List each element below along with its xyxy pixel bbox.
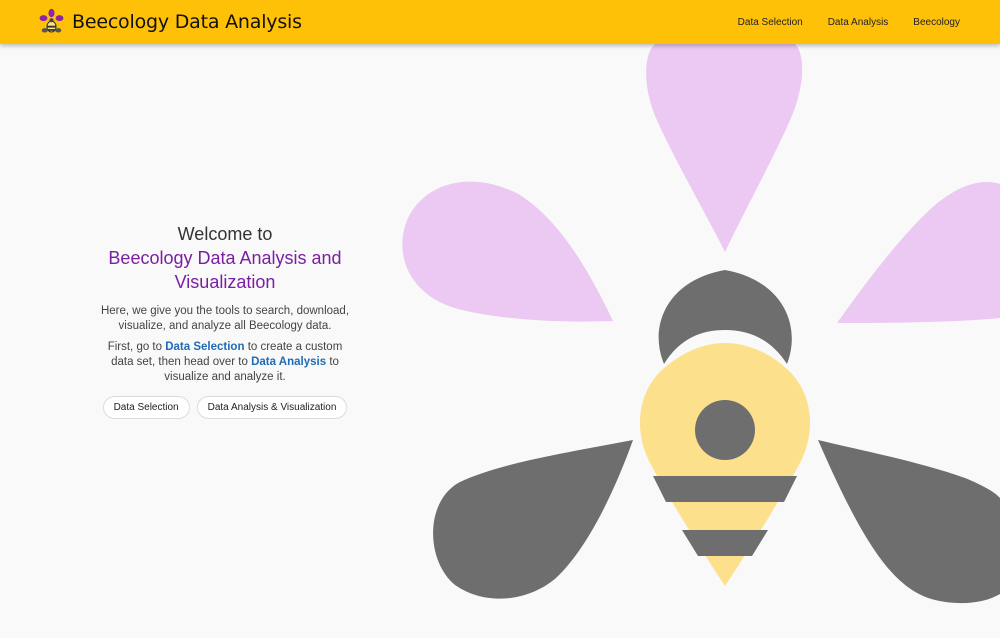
instructions-paragraph: First, go to Data Selection to create a … — [100, 340, 350, 385]
bee-eye — [695, 400, 755, 460]
data-selection-button[interactable]: Data Selection — [102, 396, 190, 419]
petal-left — [402, 181, 613, 322]
petal-right — [837, 182, 1000, 323]
intro-paragraph: Here, we give you the tools to search, d… — [100, 305, 350, 332]
data-selection-link[interactable]: Data Selection — [165, 341, 244, 353]
action-buttons: Data Selection Data Analysis & Visualiza… — [100, 396, 350, 419]
welcome-intro: Welcome to — [177, 224, 273, 244]
wing-lower-left — [433, 440, 633, 599]
bee-stripe-1 — [653, 476, 797, 502]
petal-top — [646, 44, 803, 252]
welcome-title: Beecology Data Analysis and Visualizatio… — [108, 248, 342, 292]
instructions-part1: First, go to — [107, 341, 163, 353]
nav-link-data-selection[interactable]: Data Selection — [738, 17, 803, 28]
bee-stripe-2 — [682, 530, 768, 556]
top-navbar: Beecology Data Analysis Data Selection D… — [0, 0, 1000, 44]
bee-flower-logo-icon — [39, 8, 64, 33]
bee-on-flower-illustration-icon — [402, 44, 1000, 604]
wing-lower-right — [818, 440, 1000, 604]
brand-home-link[interactable]: Beecology Data Analysis — [38, 8, 302, 35]
welcome-section: Welcome to Beecology Data Analysis and V… — [100, 222, 350, 419]
nav-link-beecology[interactable]: Beecology — [913, 17, 960, 28]
nav-link-data-analysis[interactable]: Data Analysis — [828, 17, 889, 28]
data-analysis-visualization-button[interactable]: Data Analysis & Visualization — [196, 396, 348, 419]
nav-links: Data Selection Data Analysis Beecology — [713, 0, 960, 44]
data-analysis-link[interactable]: Data Analysis — [251, 356, 326, 368]
brand-title: Beecology Data Analysis — [72, 10, 302, 33]
